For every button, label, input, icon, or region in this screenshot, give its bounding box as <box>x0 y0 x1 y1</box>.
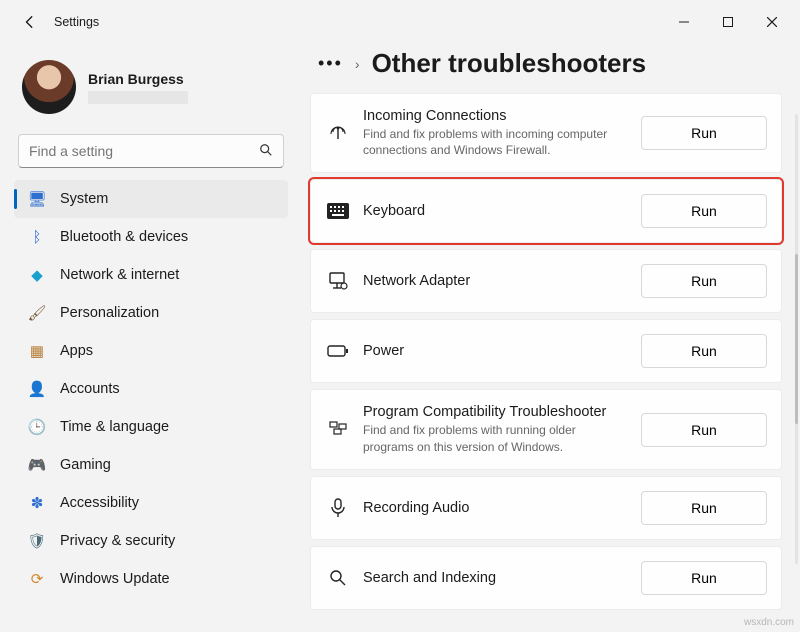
troubleshooter-title: Incoming Connections <box>363 108 627 124</box>
privacy-icon: 🛡 <box>28 532 46 550</box>
chevron-right-icon: › <box>355 56 360 72</box>
sidebar-item-label: Personalization <box>60 305 159 321</box>
troubleshooter-desc: Find and fix problems with running older… <box>363 422 623 454</box>
bluetooth-icon: ᛒ <box>28 228 46 246</box>
breadcrumb: ••• › Other troubleshooters <box>310 46 782 93</box>
sidebar-item-label: Windows Update <box>60 571 170 587</box>
troubleshooter-title: Network Adapter <box>363 273 627 289</box>
personalization-icon: 🖌 <box>28 304 46 322</box>
close-button[interactable] <box>750 7 794 37</box>
update-icon: ⟳ <box>28 570 46 588</box>
troubleshooter-title: Power <box>363 343 627 359</box>
window-title: Settings <box>54 15 99 29</box>
sidebar-item-label: Bluetooth & devices <box>60 229 188 245</box>
troubleshooter-title: Keyboard <box>363 203 627 219</box>
recaudio-icon <box>327 497 349 519</box>
page-title: Other troubleshooters <box>372 48 646 79</box>
troubleshooter-power: Power Run <box>310 319 782 383</box>
netadapter-icon <box>327 270 349 292</box>
sidebar-item-label: Apps <box>60 343 93 359</box>
incoming-icon <box>327 122 349 144</box>
sidebar-item-label: Gaming <box>60 457 111 473</box>
sidebar-item-system[interactable]: 🖥 System <box>14 180 288 218</box>
main-content: ••• › Other troubleshooters Incoming Con… <box>300 44 800 632</box>
troubleshooter-recaudio: Recording Audio Run <box>310 476 782 540</box>
accessibility-icon: ✽ <box>28 494 46 512</box>
run-button-recaudio[interactable]: Run <box>641 491 767 525</box>
run-button-compat[interactable]: Run <box>641 413 767 447</box>
troubleshooter-title: Search and Indexing <box>363 570 627 586</box>
troubleshooter-compat: Program Compatibility Troubleshooter Find… <box>310 389 782 469</box>
sidebar-item-label: Accessibility <box>60 495 139 511</box>
sidebar-item-accessibility[interactable]: ✽ Accessibility <box>14 484 288 522</box>
run-button-incoming[interactable]: Run <box>641 116 767 150</box>
minimize-button[interactable] <box>662 7 706 37</box>
sidebar-item-bluetooth[interactable]: ᛒ Bluetooth & devices <box>14 218 288 256</box>
maximize-button[interactable] <box>706 7 750 37</box>
sidebar: Brian Burgess 🖥 System ᛒ Bluetooth & device… <box>0 44 300 632</box>
apps-icon: ▦ <box>28 342 46 360</box>
power-icon <box>327 340 349 362</box>
compat-icon <box>327 419 349 441</box>
sidebar-item-personalization[interactable]: 🖌 Personalization <box>14 294 288 332</box>
run-button-keyboard[interactable]: Run <box>641 194 767 228</box>
sidebar-item-label: Network & internet <box>60 267 179 283</box>
sidebar-item-gaming[interactable]: 🎮 Gaming <box>14 446 288 484</box>
troubleshooter-netadapter: Network Adapter Run <box>310 249 782 313</box>
avatar <box>22 60 76 114</box>
sidebar-item-time[interactable]: 🕒 Time & language <box>14 408 288 446</box>
search-input[interactable] <box>29 143 259 159</box>
sidebar-item-label: Privacy & security <box>60 533 175 549</box>
sidebar-item-apps[interactable]: ▦ Apps <box>14 332 288 370</box>
breadcrumb-ellipsis[interactable]: ••• <box>318 53 343 74</box>
profile-email-placeholder <box>88 91 188 104</box>
sidebar-item-privacy[interactable]: 🛡 Privacy & security <box>14 522 288 560</box>
run-button-netadapter[interactable]: Run <box>641 264 767 298</box>
search-icon <box>259 143 273 160</box>
troubleshooter-incoming: Incoming Connections Find and fix problem… <box>310 93 782 173</box>
time-icon: 🕒 <box>28 418 46 436</box>
profile-block[interactable]: Brian Burgess <box>14 52 288 128</box>
sidebar-item-accounts[interactable]: 👤 Accounts <box>14 370 288 408</box>
titlebar: Settings <box>0 0 800 44</box>
troubleshooter-list: Incoming Connections Find and fix problem… <box>310 93 782 610</box>
searchindex-icon <box>327 567 349 589</box>
troubleshooter-title: Program Compatibility Troubleshooter <box>363 404 627 420</box>
troubleshooter-desc: Find and fix problems with incoming comp… <box>363 126 623 158</box>
accounts-icon: 👤 <box>28 380 46 398</box>
network-icon: ◆ <box>28 266 46 284</box>
watermark: wsxdn.com <box>744 617 794 628</box>
sidebar-item-label: Time & language <box>60 419 169 435</box>
keyboard-icon <box>327 200 349 222</box>
system-icon: 🖥 <box>28 190 46 208</box>
scrollbar-thumb[interactable] <box>795 254 798 424</box>
troubleshooter-keyboard: Keyboard Run <box>310 179 782 243</box>
sidebar-item-label: System <box>60 191 108 207</box>
profile-name: Brian Burgess <box>88 71 188 87</box>
nav-list: 🖥 System ᛒ Bluetooth & devices ◆ Network & in… <box>14 180 288 598</box>
sidebar-item-label: Accounts <box>60 381 120 397</box>
run-button-power[interactable]: Run <box>641 334 767 368</box>
troubleshooter-searchindex: Search and Indexing Run <box>310 546 782 610</box>
troubleshooter-title: Recording Audio <box>363 500 627 516</box>
sidebar-item-update[interactable]: ⟳ Windows Update <box>14 560 288 598</box>
sidebar-item-network[interactable]: ◆ Network & internet <box>14 256 288 294</box>
search-box[interactable] <box>18 134 284 168</box>
run-button-searchindex[interactable]: Run <box>641 561 767 595</box>
back-button[interactable] <box>16 8 44 36</box>
gaming-icon: 🎮 <box>28 456 46 474</box>
